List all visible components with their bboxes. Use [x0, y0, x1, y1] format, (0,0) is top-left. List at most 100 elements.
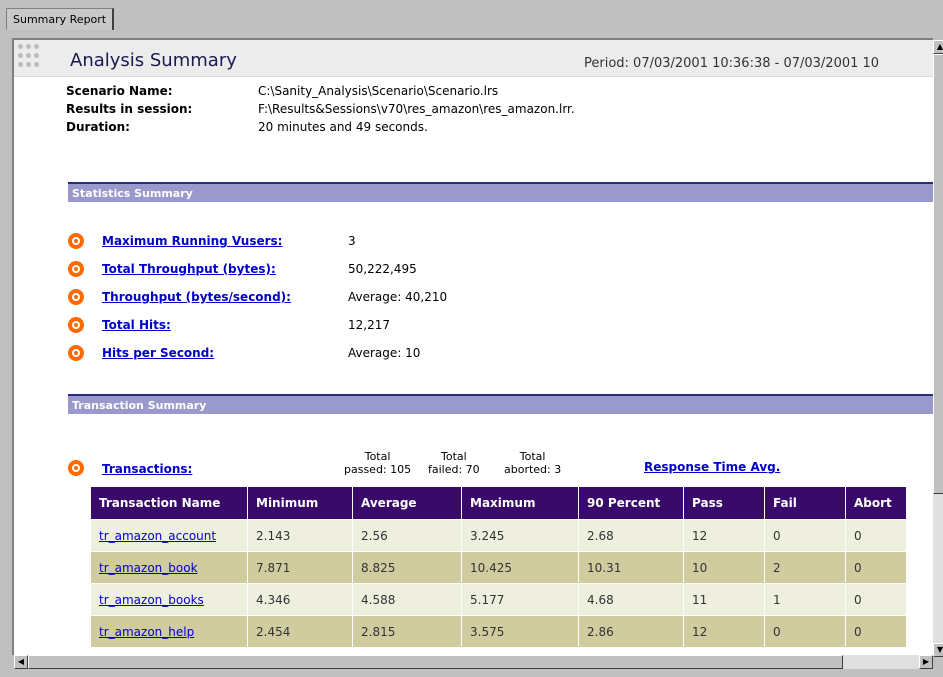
horizontal-scrollbar[interactable]: ◀ ▶ [14, 655, 933, 669]
scroll-left-icon[interactable]: ◀ [14, 655, 28, 669]
results-value: F:\Results&Sessions\v70\res_amazon\res_a… [258, 102, 575, 116]
statistics-summary-header: Statistics Summary [68, 182, 933, 202]
table-cell: 2.454 [247, 615, 353, 648]
vertical-scroll-thumb[interactable] [933, 54, 943, 494]
column-header[interactable]: Minimum [247, 486, 353, 520]
report-content: Analysis Summary Period: 07/03/2001 10:3… [12, 38, 933, 655]
duration-label: Duration: [66, 120, 130, 134]
bullet-icon [68, 261, 84, 277]
stat-link-throughput-per-second[interactable]: Throughput (bytes/second): [102, 290, 291, 304]
stat-link-total-throughput[interactable]: Total Throughput (bytes): [102, 262, 276, 276]
transaction-link[interactable]: tr_amazon_book [99, 561, 198, 575]
column-header[interactable]: 90 Percent [578, 486, 684, 520]
table-cell: 0 [764, 519, 846, 552]
transaction-link[interactable]: tr_amazon_books [99, 593, 204, 607]
table-cell: 10.425 [461, 551, 579, 584]
table-cell: 12 [683, 615, 765, 648]
table-cell: 1 [764, 583, 846, 616]
scroll-down-icon[interactable]: ▼ [933, 643, 943, 657]
tab-bar: Summary Report [0, 0, 943, 30]
column-header[interactable]: Average [352, 486, 462, 520]
table-cell: tr_amazon_books [90, 583, 248, 616]
table-cell: 4.68 [578, 583, 684, 616]
table-cell: 0 [764, 615, 846, 648]
results-label: Results in session: [66, 102, 193, 116]
table-row: tr_amazon_help 2.454 2.815 3.575 2.86 12… [90, 615, 907, 648]
page-title: Analysis Summary [70, 50, 237, 71]
bullet-icon [68, 289, 84, 305]
table-cell: tr_amazon_help [90, 615, 248, 648]
transaction-summary-header: Transaction Summary [68, 394, 933, 414]
stat-value: Average: 40,210 [348, 290, 448, 304]
table-cell: 3.575 [461, 615, 579, 648]
scroll-right-icon[interactable]: ▶ [919, 655, 933, 669]
total-word: Total [364, 450, 391, 463]
transactions-row: Transactions: Total passed: 105 Total fa… [68, 450, 928, 490]
transactions-table: Transaction Name Minimum Average Maximum… [90, 486, 907, 648]
table-cell: 5.177 [461, 583, 579, 616]
table-cell: 10 [683, 551, 765, 584]
scroll-up-icon[interactable]: ▲ [933, 40, 943, 54]
table-cell: 4.346 [247, 583, 353, 616]
stat-value: Average: 10 [348, 346, 421, 360]
column-header[interactable]: Fail [764, 486, 846, 520]
column-header[interactable]: Transaction Name [90, 486, 248, 520]
table-cell: 7.871 [247, 551, 353, 584]
table-cell: 2.815 [352, 615, 462, 648]
bullet-icon [68, 460, 84, 476]
table-cell: 0 [845, 583, 907, 616]
dots-logo-icon [18, 44, 42, 70]
stat-row: Hits per Second: Average: 10 [68, 344, 668, 364]
total-word: Total [519, 450, 546, 463]
total-failed: Total failed: 70 [428, 450, 480, 476]
table-cell: tr_amazon_account [90, 519, 248, 552]
table-cell: 2.56 [352, 519, 462, 552]
duration-value: 20 minutes and 49 seconds. [258, 120, 428, 134]
stat-value: 50,222,495 [348, 262, 417, 276]
total-aborted: Total aborted: 3 [504, 450, 561, 476]
aborted-text: aborted: 3 [504, 463, 562, 476]
passed-text: passed: 105 [344, 463, 412, 476]
stat-row: Throughput (bytes/second): Average: 40,2… [68, 288, 668, 308]
table-row: tr_amazon_account 2.143 2.56 3.245 2.68 … [90, 519, 907, 552]
table-cell: 0 [845, 551, 907, 584]
stat-link-max-vusers[interactable]: Maximum Running Vusers: [102, 234, 282, 248]
report-header: Analysis Summary Period: 07/03/2001 10:3… [14, 40, 933, 77]
scenario-label: Scenario Name: [66, 84, 173, 98]
stat-row: Maximum Running Vusers: 3 [68, 232, 668, 252]
scenario-value: C:\Sanity_Analysis\Scenario\Scenario.lrs [258, 84, 499, 98]
table-cell: 2 [764, 551, 846, 584]
column-header[interactable]: Abort [845, 486, 907, 520]
stat-value: 3 [348, 234, 356, 248]
transactions-link[interactable]: Transactions: [102, 462, 192, 476]
stat-row: Total Hits: 12,217 [68, 316, 668, 336]
vertical-scrollbar[interactable]: ▲ ▼ [933, 40, 943, 657]
transaction-link[interactable]: tr_amazon_account [99, 529, 216, 543]
table-cell: 10.31 [578, 551, 684, 584]
bullet-icon [68, 317, 84, 333]
stat-link-total-hits[interactable]: Total Hits: [102, 318, 171, 332]
total-word: Total [440, 450, 467, 463]
table-cell: 2.143 [247, 519, 353, 552]
failed-text: failed: 70 [428, 463, 480, 476]
table-cell: 4.588 [352, 583, 462, 616]
table-cell: 0 [845, 519, 907, 552]
column-header[interactable]: Maximum [461, 486, 579, 520]
stat-row: Total Throughput (bytes): 50,222,495 [68, 260, 668, 280]
table-cell: 2.68 [578, 519, 684, 552]
stat-link-hits-per-second[interactable]: Hits per Second: [102, 346, 214, 360]
column-header[interactable]: Pass [683, 486, 765, 520]
table-header-row: Transaction Name Minimum Average Maximum… [90, 486, 907, 520]
response-time-avg-link[interactable]: Response Time Avg. [644, 460, 780, 474]
table-cell: 11 [683, 583, 765, 616]
table-cell: 8.825 [352, 551, 462, 584]
horizontal-scroll-thumb[interactable] [28, 655, 843, 669]
table-cell: 2.86 [578, 615, 684, 648]
table-cell: 12 [683, 519, 765, 552]
bullet-icon [68, 345, 84, 361]
transaction-link[interactable]: tr_amazon_help [99, 625, 194, 639]
table-row: tr_amazon_book 7.871 8.825 10.425 10.31 … [90, 551, 907, 584]
tab-summary-report[interactable]: Summary Report [6, 8, 115, 30]
table-cell: 3.245 [461, 519, 579, 552]
table-cell: tr_amazon_book [90, 551, 248, 584]
